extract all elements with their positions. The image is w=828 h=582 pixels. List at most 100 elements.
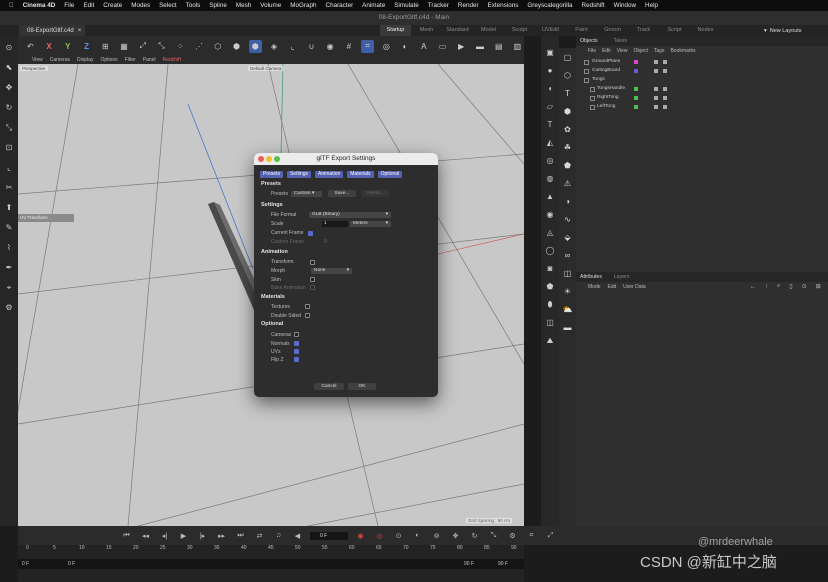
tab-takes[interactable]: Takes bbox=[614, 38, 628, 44]
subdivision-icon[interactable]: ⬢ bbox=[561, 105, 574, 118]
tab-paint[interactable]: Paint bbox=[566, 25, 597, 36]
close-icon[interactable]: × bbox=[78, 28, 82, 34]
tab-layers[interactable]: Layers bbox=[614, 274, 630, 280]
spline-icon[interactable]: ∿ bbox=[561, 213, 574, 226]
presets-select[interactable]: Custom ▾ bbox=[291, 191, 322, 197]
undo-icon[interactable]: ↶ bbox=[24, 40, 37, 53]
edges-mode-icon[interactable]: ⋰ bbox=[193, 40, 206, 53]
clapper-icon[interactable]: ▬ bbox=[474, 40, 487, 53]
symmetry-icon[interactable]: ◑ bbox=[561, 195, 574, 208]
floor-object-icon[interactable]: ▬ bbox=[561, 321, 574, 334]
selection-icon[interactable]: ⬉ bbox=[3, 61, 16, 74]
lock-icon[interactable]: ▯ bbox=[789, 283, 792, 290]
spline-pen-icon[interactable]: ✒ bbox=[3, 261, 16, 274]
picture-viewer-icon[interactable]: ▭ bbox=[436, 40, 449, 53]
menu-animate[interactable]: Animate bbox=[362, 2, 385, 9]
cancel-button[interactable]: Cancel bbox=[314, 383, 344, 390]
tube-primitive-icon[interactable]: ◙ bbox=[544, 262, 557, 275]
render-queue-icon[interactable]: ▤ bbox=[492, 40, 505, 53]
object-row-cuttingboard[interactable]: CuttingBoard bbox=[576, 67, 828, 76]
figure-primitive-icon[interactable]: ◉ bbox=[544, 208, 557, 221]
objects-menu-file[interactable]: File bbox=[588, 48, 596, 54]
tab-model[interactable]: Model bbox=[473, 25, 504, 36]
menu-simulate[interactable]: Simulate bbox=[394, 2, 419, 9]
sphere-primitive-icon[interactable]: ● bbox=[544, 64, 557, 77]
current-frame-checkbox[interactable] bbox=[308, 231, 313, 236]
tab-nodes[interactable]: Nodes bbox=[690, 25, 721, 36]
menu-modes[interactable]: Modes bbox=[131, 2, 150, 9]
uvs-checkbox[interactable] bbox=[294, 349, 299, 354]
menu-mesh[interactable]: Mesh bbox=[236, 2, 251, 9]
viewport-menu-options[interactable]: Options bbox=[100, 57, 117, 63]
cameras-checkbox[interactable] bbox=[294, 332, 299, 337]
record-icon[interactable]: ◉ bbox=[354, 529, 367, 542]
soft-selection-icon[interactable]: ◉ bbox=[324, 40, 337, 53]
next-key-icon[interactable]: ▸▸ bbox=[215, 529, 228, 542]
cylinder-primitive-icon[interactable]: ◖ bbox=[544, 82, 557, 95]
attributes-menu-user-data[interactable]: User Data bbox=[623, 284, 646, 290]
axis-mode-icon[interactable]: ⌞ bbox=[286, 40, 299, 53]
attributes-menu-mode[interactable]: Mode bbox=[588, 284, 601, 290]
play-icon[interactable]: ▶ bbox=[177, 529, 190, 542]
uv-mode-icon[interactable]: ◈ bbox=[268, 40, 281, 53]
double-sided-checkbox[interactable] bbox=[305, 313, 310, 318]
tag-icon[interactable] bbox=[663, 96, 667, 100]
scale-key-icon[interactable]: ⤡ bbox=[487, 529, 500, 542]
menu-create[interactable]: Create bbox=[103, 2, 122, 9]
up-arrow-icon[interactable]: ↑ bbox=[765, 284, 768, 290]
tag-icon[interactable]: ⬙ bbox=[561, 231, 574, 244]
speaker-icon[interactable]: ◀ bbox=[291, 529, 304, 542]
disc-primitive-icon[interactable]: ◯ bbox=[544, 244, 557, 257]
render-region-icon[interactable]: ◐ bbox=[399, 40, 412, 53]
transform-checkbox[interactable] bbox=[310, 260, 315, 265]
menu-spline[interactable]: Spline bbox=[209, 2, 227, 9]
tab-materials[interactable]: Materials bbox=[347, 171, 374, 178]
scale-input[interactable]: 1 bbox=[322, 221, 348, 227]
previous-frame-icon[interactable]: ◂| bbox=[158, 529, 171, 542]
apple-icon[interactable]:  bbox=[9, 2, 14, 9]
tag-icon[interactable] bbox=[663, 105, 667, 109]
move-icon[interactable]: ⤢ bbox=[136, 40, 149, 53]
tab-uvedit[interactable]: UVEdit bbox=[535, 25, 566, 36]
viewport-menu-filter[interactable]: Filter bbox=[125, 57, 136, 63]
go-to-start-icon[interactable]: ⏮ bbox=[120, 529, 133, 542]
tag-icon[interactable] bbox=[663, 87, 667, 91]
keyframe-selection-icon[interactable]: ⊙ bbox=[392, 529, 405, 542]
objects-menu-tags[interactable]: Tags bbox=[654, 48, 665, 54]
platonic-primitive-icon[interactable]: ⬟ bbox=[544, 280, 557, 293]
tab-track[interactable]: Track bbox=[628, 25, 659, 36]
menu-greyscalegorilla[interactable]: Greyscalegorilla bbox=[527, 2, 572, 9]
tab-optional[interactable]: Optional bbox=[377, 171, 403, 178]
pla-key-icon[interactable]: ⌗ bbox=[525, 529, 538, 542]
paint-tool-icon[interactable]: ✎ bbox=[3, 221, 16, 234]
fcurve-icon[interactable]: ⤢ bbox=[544, 529, 557, 542]
effector-icon[interactable]: ☘ bbox=[561, 141, 574, 154]
points-mode-icon[interactable]: ⁘ bbox=[174, 40, 187, 53]
plane-primitive-icon[interactable]: ▱ bbox=[544, 100, 557, 113]
new-layouts-dropdown[interactable]: ▾ New Layouts bbox=[764, 25, 802, 36]
pyramid-primitive-icon[interactable]: ◬ bbox=[544, 226, 557, 239]
tab-animation[interactable]: Animation bbox=[315, 171, 344, 178]
custom-frame-input[interactable]: 0 bbox=[324, 239, 327, 245]
sound-icon[interactable]: ♫ bbox=[272, 529, 285, 542]
play-render-icon[interactable]: ▶ bbox=[455, 40, 468, 53]
menu-app[interactable]: Cinema 4D bbox=[23, 2, 56, 9]
object-row-lefttong[interactable]: LeftTong bbox=[576, 103, 828, 112]
extrude-tool-icon[interactable]: ⬆ bbox=[3, 201, 16, 214]
render-view-icon[interactable]: A bbox=[417, 40, 430, 53]
normals-checkbox[interactable] bbox=[294, 341, 299, 346]
position-key-icon[interactable]: ✥ bbox=[449, 529, 462, 542]
axis-tool-icon[interactable]: ⌞ bbox=[3, 161, 16, 174]
ok-button[interactable]: OK bbox=[348, 383, 376, 390]
object-row-tongshandle[interactable]: TongsHandle bbox=[576, 85, 828, 94]
tab-mesh[interactable]: Mesh bbox=[411, 25, 442, 36]
textures-checkbox[interactable] bbox=[305, 304, 310, 309]
brush-tool-icon[interactable]: ⌇ bbox=[3, 241, 16, 254]
field-icon[interactable]: ⚠ bbox=[561, 177, 574, 190]
knife-tool-icon[interactable]: ✂ bbox=[3, 181, 16, 194]
tab-settings[interactable]: Settings bbox=[286, 171, 312, 178]
paint-bucket-icon[interactable]: ◭ bbox=[544, 136, 557, 149]
file-tab[interactable]: 08-ExportGltf.c4d × bbox=[19, 25, 85, 36]
menu-help[interactable]: Help bbox=[645, 2, 658, 9]
move-tool-icon[interactable]: ✥ bbox=[3, 81, 16, 94]
